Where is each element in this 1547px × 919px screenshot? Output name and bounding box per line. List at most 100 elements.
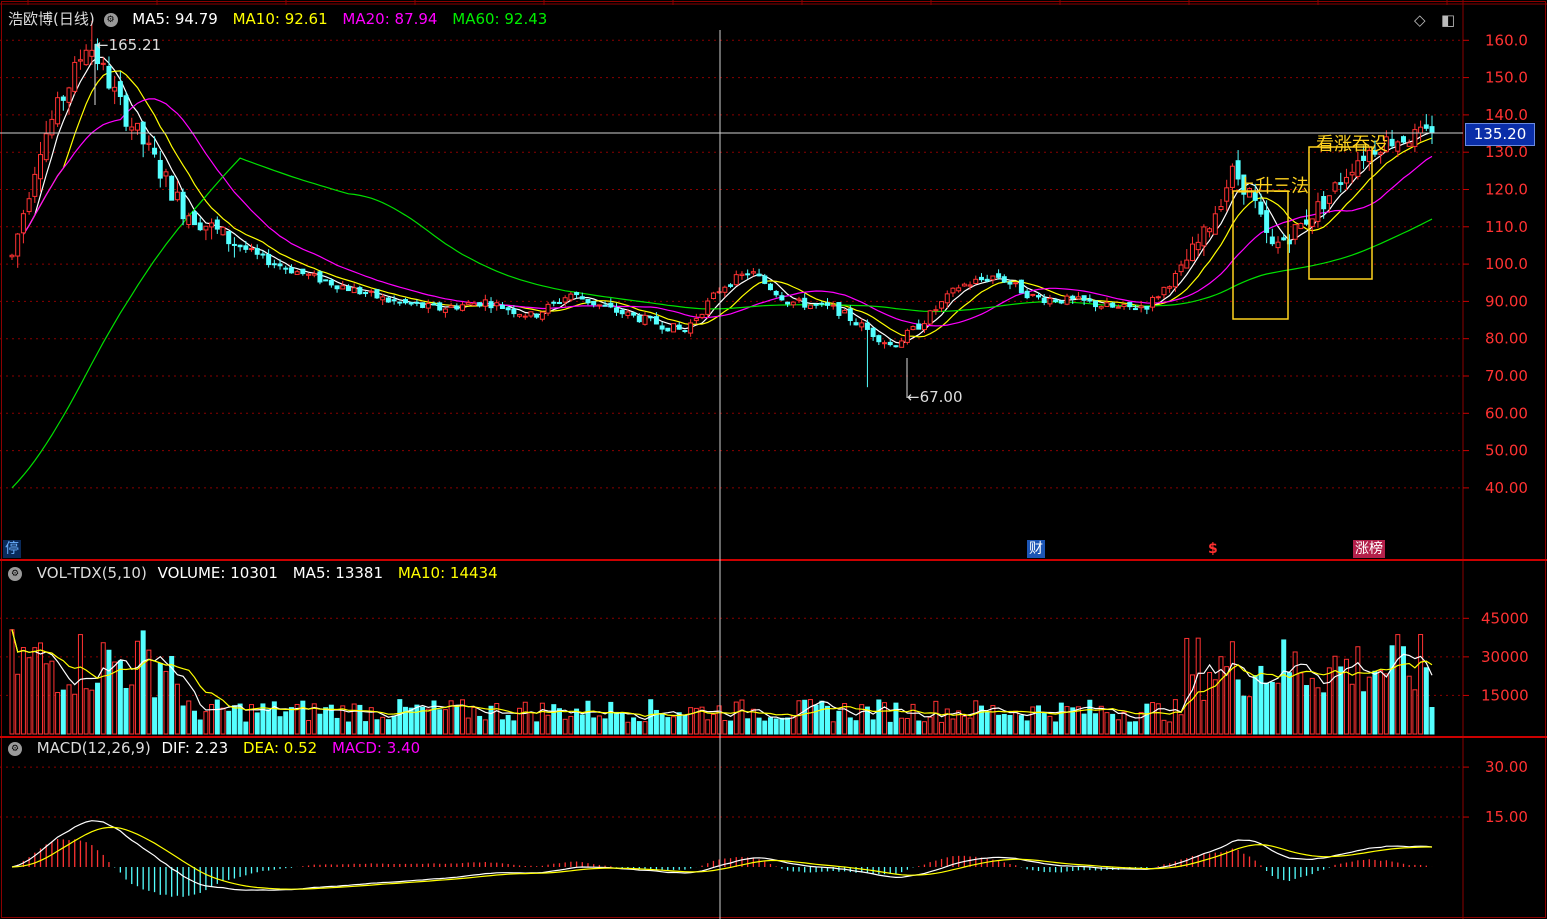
volume-bar-down [1018,715,1024,735]
macd-lines [11,820,1433,891]
candle-up [1064,295,1070,305]
volume-bar-down [534,721,540,735]
candle-up [1229,165,1235,188]
volume-bar-down [1241,695,1247,735]
macd-title[interactable]: MACD(12,26,9) [37,739,151,757]
candle-up [693,318,699,322]
volume-bar-up [66,684,72,735]
volume-bar-down [1361,691,1367,735]
volume-bar-up [38,642,44,735]
candle-down [836,302,842,316]
volume-bars [9,629,1435,735]
volume-bar-up [482,719,488,735]
candle-up [368,290,374,293]
candle-up [20,213,26,234]
volume-bar-down [334,717,340,735]
candle-down [579,296,585,300]
volume-bar-up [134,640,140,735]
volume-bar-down [254,712,260,735]
candle-up [1207,228,1213,233]
candle-down [819,302,825,305]
volume-bar-up [100,642,106,735]
candle-up [15,233,21,257]
volume-bar-up [43,663,49,735]
volume-bar-up [465,717,471,735]
window-toggle-icon[interactable]: ◧ [1441,11,1455,29]
candle-up [967,284,973,287]
volume-value-label: VOLUME: 10301 [157,564,278,582]
volume-bar-down [391,715,397,735]
volume-bar-up [973,700,979,735]
candle-down [1361,155,1367,162]
candle-up [904,329,910,343]
volume-bar-up [1064,706,1070,735]
finance-badge[interactable]: 财 [1027,540,1045,558]
volume-bar-up [20,647,26,735]
candle-up [1138,305,1144,309]
diamond-icon[interactable]: ◇ [1414,11,1426,29]
volume-bar-down [414,704,420,735]
candle-up [1395,141,1401,152]
settings-icon[interactable]: ⚙ [103,12,118,27]
candle-down [505,307,511,311]
stock-title[interactable]: 浩欧博(日线) [8,10,95,28]
stock-chart[interactable]: 160.0150.0140.0130.0120.0110.0100.090.00… [0,0,1547,919]
volume-bar-down [1258,665,1264,735]
volume-bar-down [1423,667,1429,735]
candle-up [842,309,848,314]
suspend-badge[interactable]: 停 [3,540,21,558]
volume-bar-down [916,720,922,735]
volume-title[interactable]: VOL-TDX(5,10) [37,564,147,582]
candle-up [1201,226,1207,247]
candle-up [66,87,72,103]
chart-grid [0,0,1547,919]
dea-label: DEA: 0.52 [242,739,318,757]
volume-bar-down [1235,679,1241,735]
low-arrow-icon: ← [907,388,920,406]
volume-bar-up [710,713,716,735]
top-list-badge[interactable]: 涨榜 [1353,540,1385,558]
volume-bar-up [1418,634,1424,735]
volume-bar-down [511,720,517,735]
volume-bar-up [807,699,813,735]
volume-bar-up [163,670,169,735]
volume-bar-down [887,721,893,735]
volume-bar-up [32,647,38,735]
volume-bar-up [1292,651,1298,735]
volume-bar-down [283,711,289,735]
candle-down [1093,300,1099,308]
candle-down [300,268,306,275]
candle-up [134,122,140,131]
candle-up [1298,223,1304,229]
candle-up [716,291,722,294]
candle-down [1429,126,1435,134]
candle-down [169,175,175,201]
candle-down [226,231,232,245]
candle-up [174,191,180,201]
candle-down [864,322,870,330]
volume-bar-down [728,720,734,735]
volume-bar-down [636,721,642,735]
candle-down [1058,300,1064,304]
candle-down [454,305,460,310]
volume-bar-up [528,712,534,735]
volume-bar-down [180,705,186,735]
volume-bar-down [785,717,791,735]
candle-down [648,316,654,319]
volume-bar-up [904,717,910,735]
volume-bar-down [454,704,460,735]
candle-down [574,292,580,296]
candle-up [807,304,813,310]
candle-down [893,345,899,348]
macd-settings-icon[interactable]: ⚙ [8,741,22,756]
volume-bar-down [1132,721,1138,735]
candle-up [1224,187,1230,202]
volume-bar-down [95,682,101,735]
candle-up [55,97,61,125]
volume-bar-down [1036,705,1042,735]
volume-bar-down [1007,714,1013,735]
volume-bar-down [1286,672,1292,735]
volume-settings-icon[interactable]: ⚙ [8,566,22,581]
money-badge[interactable]: $ [1206,540,1220,558]
volume-bar-down [819,700,825,735]
